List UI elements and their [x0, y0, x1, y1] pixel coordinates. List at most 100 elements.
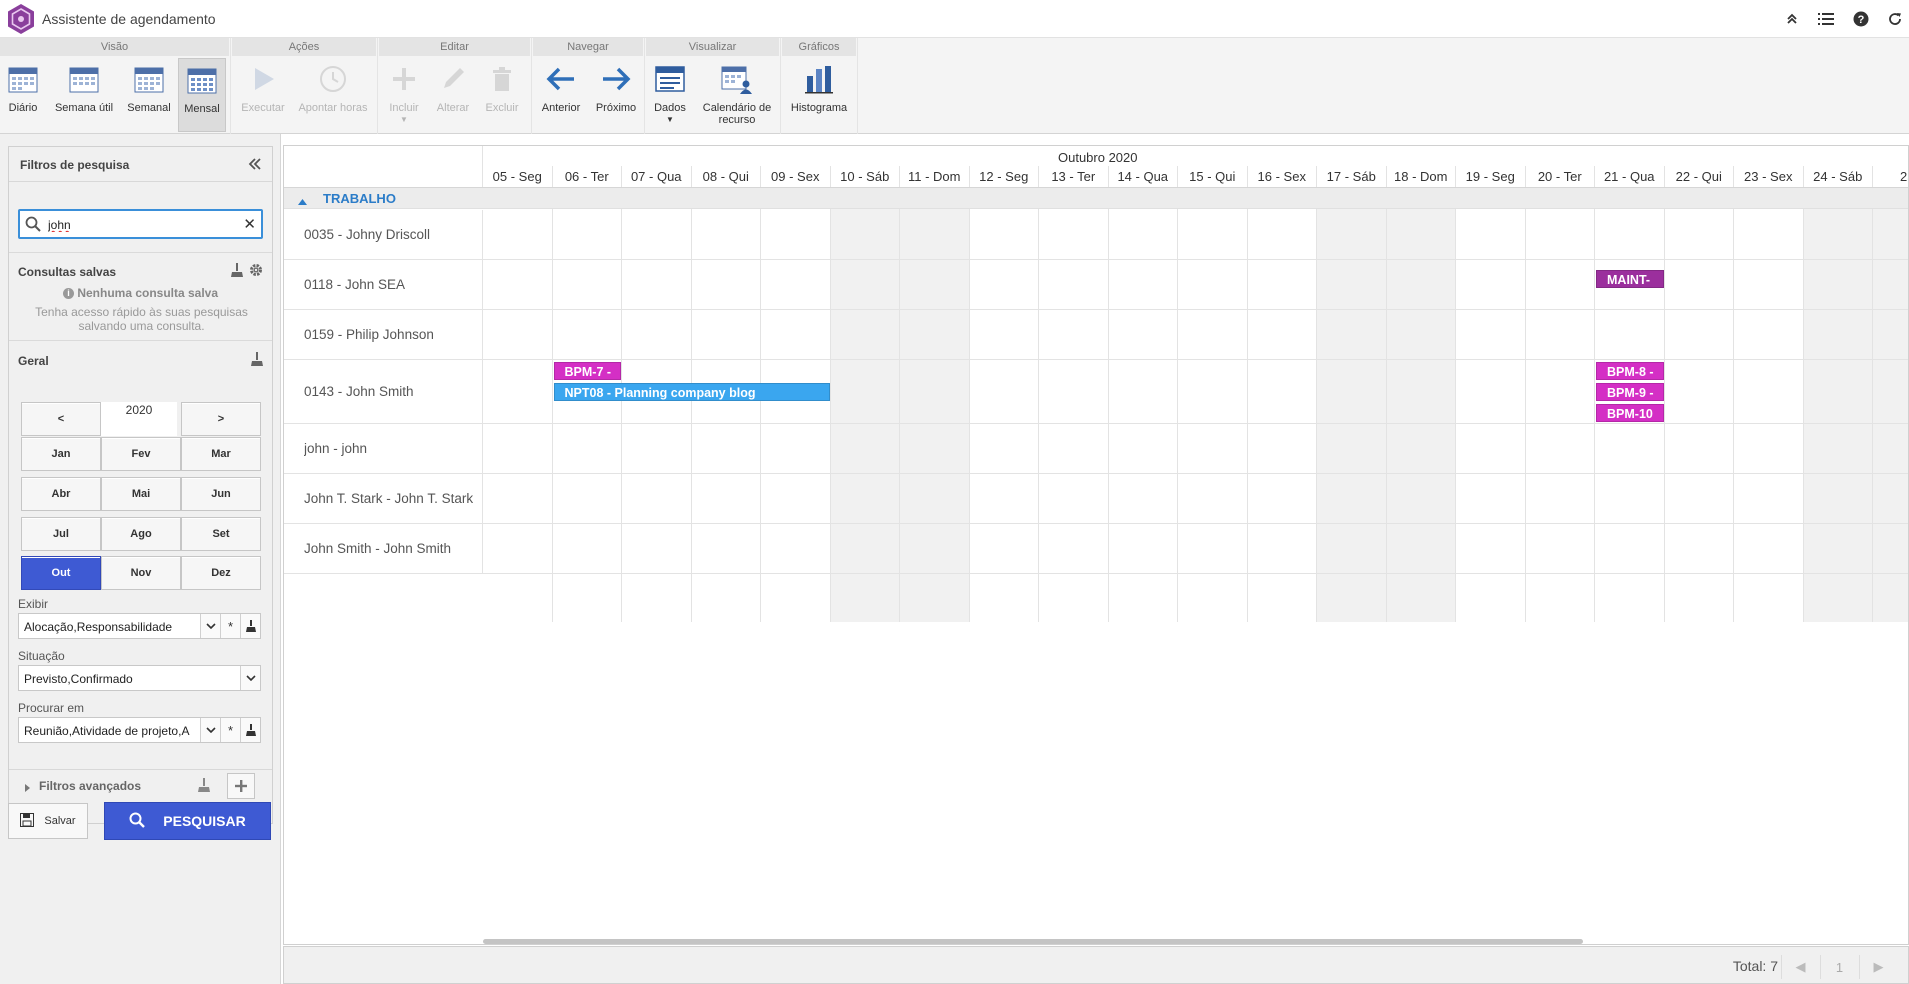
ribbon-toolbar: Visão Diário Semana útil Semanal Mensal …: [0, 38, 1909, 134]
month-button[interactable]: Fev: [101, 437, 181, 471]
month-button[interactable]: Dez: [181, 556, 261, 590]
daily-view-button[interactable]: Diário: [2, 58, 44, 132]
day-header: 10 - Sáb: [831, 166, 900, 187]
next-year-button[interactable]: >: [181, 402, 261, 436]
day-header: 09 - Sex: [761, 166, 831, 187]
resource-label-cell: 0035 - Johny Driscoll: [284, 210, 483, 259]
day-header: 13 - Ter: [1039, 166, 1109, 187]
resource-name: 0143 - John Smith: [304, 384, 414, 399]
gear-icon[interactable]: [249, 263, 263, 280]
procurar-value: Reunião,Atividade de projeto,A: [24, 724, 190, 738]
exibir-select[interactable]: Alocação,Responsabilidade *: [18, 613, 261, 639]
calendar-day-icon: [6, 62, 40, 96]
search-button[interactable]: PESQUISAR: [104, 802, 271, 840]
filters-title: Filtros de pesquisa: [20, 158, 130, 172]
add-filter-button[interactable]: [227, 773, 255, 799]
plus-icon: [387, 62, 421, 96]
log-hours-button[interactable]: Apontar horas: [294, 58, 372, 132]
previous-button[interactable]: Anterior: [536, 58, 586, 132]
general-section-title: Geral: [18, 354, 49, 368]
situacao-select[interactable]: Previsto,Confirmado: [18, 665, 261, 691]
horizontal-scrollbar[interactable]: [483, 939, 1583, 944]
task-bar[interactable]: BPM-8 -: [1596, 362, 1664, 380]
pencil-icon: [436, 62, 470, 96]
save-query-button[interactable]: Salvar: [8, 803, 88, 839]
month-button[interactable]: Out: [21, 556, 101, 590]
month-button[interactable]: Jan: [21, 437, 101, 471]
clock-icon: [316, 62, 350, 96]
chevron-down-icon[interactable]: [200, 718, 220, 742]
data-button[interactable]: Dados ▼: [650, 58, 690, 132]
search-filters-panel: Filtros de pesquisa ✕ Consultas salvas i…: [0, 134, 281, 984]
advanced-filters-section[interactable]: Filtros avançados: [9, 769, 272, 801]
gantt-grid: Outubro 2020 TRABALHO 05 - Seg 06 - Ter 07…: [284, 146, 1908, 944]
clear-field-icon[interactable]: [240, 718, 260, 742]
select-all-icon[interactable]: *: [220, 614, 240, 638]
ribbon-group-title: Visualizar: [646, 38, 780, 56]
group-row[interactable]: TRABALHO: [284, 188, 1908, 209]
help-icon[interactable]: ?: [1852, 10, 1870, 28]
prev-page-icon[interactable]: ◀: [1781, 955, 1819, 979]
month-button[interactable]: Ago: [101, 517, 181, 551]
ribbon-group-visao: Visão Diário Semana útil Semanal Mensal: [0, 38, 231, 134]
filters-header: Filtros de pesquisa: [9, 147, 272, 182]
refresh-icon[interactable]: [1886, 10, 1904, 28]
workweek-view-label: Semana útil: [54, 102, 114, 114]
day-header: 19 - Seg: [1456, 166, 1526, 187]
delete-button[interactable]: Excluir: [480, 58, 524, 132]
resource-row: john - john: [284, 424, 1908, 474]
exibir-value: Alocação,Responsabilidade: [24, 620, 173, 634]
search-input[interactable]: [48, 216, 233, 234]
procurar-select[interactable]: Reunião,Atividade de projeto,A *: [18, 717, 261, 743]
procurar-label: Procurar em: [18, 701, 85, 715]
arrow-left-icon: [544, 62, 578, 96]
weekly-view-button[interactable]: Semanal: [124, 58, 174, 132]
month-button[interactable]: Abr: [21, 477, 101, 511]
list-icon[interactable]: [1817, 10, 1835, 28]
day-header: 24 - Sáb: [1804, 166, 1873, 187]
monthly-view-button[interactable]: Mensal: [178, 58, 226, 132]
resource-row: 0159 - Philip Johnson: [284, 310, 1908, 360]
saved-queries-actions: [231, 263, 263, 280]
clear-field-icon[interactable]: [240, 614, 260, 638]
monthly-view-label: Mensal: [184, 103, 220, 115]
task-bar[interactable]: NPT08 - Planning company blog: [553, 383, 830, 401]
collapse-group-icon[interactable]: [298, 194, 307, 208]
calendar-workweek-icon: [67, 62, 101, 96]
month-button[interactable]: Nov: [101, 556, 181, 590]
task-bar[interactable]: BPM-9 -: [1596, 383, 1664, 401]
next-page-icon[interactable]: ▶: [1859, 955, 1897, 979]
histogram-button[interactable]: Histograma: [788, 58, 850, 132]
collapse-all-icon[interactable]: [1783, 10, 1801, 28]
resource-calendar-button[interactable]: Calendário de recurso: [698, 58, 776, 132]
previous-year-button[interactable]: <: [21, 402, 101, 436]
clear-broom-icon[interactable]: [251, 352, 263, 369]
next-button[interactable]: Próximo: [591, 58, 641, 132]
clear-broom-icon[interactable]: [231, 263, 243, 280]
footer-bar: Total: 7 ◀ 1 ▶: [283, 946, 1909, 984]
execute-button[interactable]: Executar: [237, 58, 289, 132]
month-button[interactable]: Mai: [101, 477, 181, 511]
chevron-down-icon[interactable]: [240, 666, 260, 690]
clear-broom-icon[interactable]: [198, 778, 210, 795]
resource-row: 0035 - Johny Driscoll: [284, 210, 1908, 260]
select-all-icon[interactable]: *: [220, 718, 240, 742]
task-bar[interactable]: BPM-7 -: [553, 362, 621, 380]
month-button[interactable]: Jun: [181, 477, 261, 511]
collapse-panel-icon[interactable]: [248, 158, 262, 173]
saved-queries-title: Consultas salvas: [18, 265, 117, 279]
add-button[interactable]: Incluir ▼: [382, 58, 426, 132]
edit-button[interactable]: Alterar: [431, 58, 475, 132]
task-bar[interactable]: BPM-10: [1596, 404, 1664, 422]
month-button[interactable]: Set: [181, 517, 261, 551]
chevron-down-icon[interactable]: [200, 614, 220, 638]
next-label: Próximo: [595, 102, 637, 114]
page-number[interactable]: 1: [1820, 955, 1858, 979]
task-bar[interactable]: MAINT-: [1596, 270, 1664, 288]
weekly-view-label: Semanal: [127, 102, 171, 114]
workweek-view-button[interactable]: Semana útil: [52, 58, 116, 132]
month-button[interactable]: Mar: [181, 437, 261, 471]
clear-search-icon[interactable]: ✕: [243, 215, 256, 233]
day-header: 25: [1873, 166, 1908, 187]
month-button[interactable]: Jul: [21, 517, 101, 551]
